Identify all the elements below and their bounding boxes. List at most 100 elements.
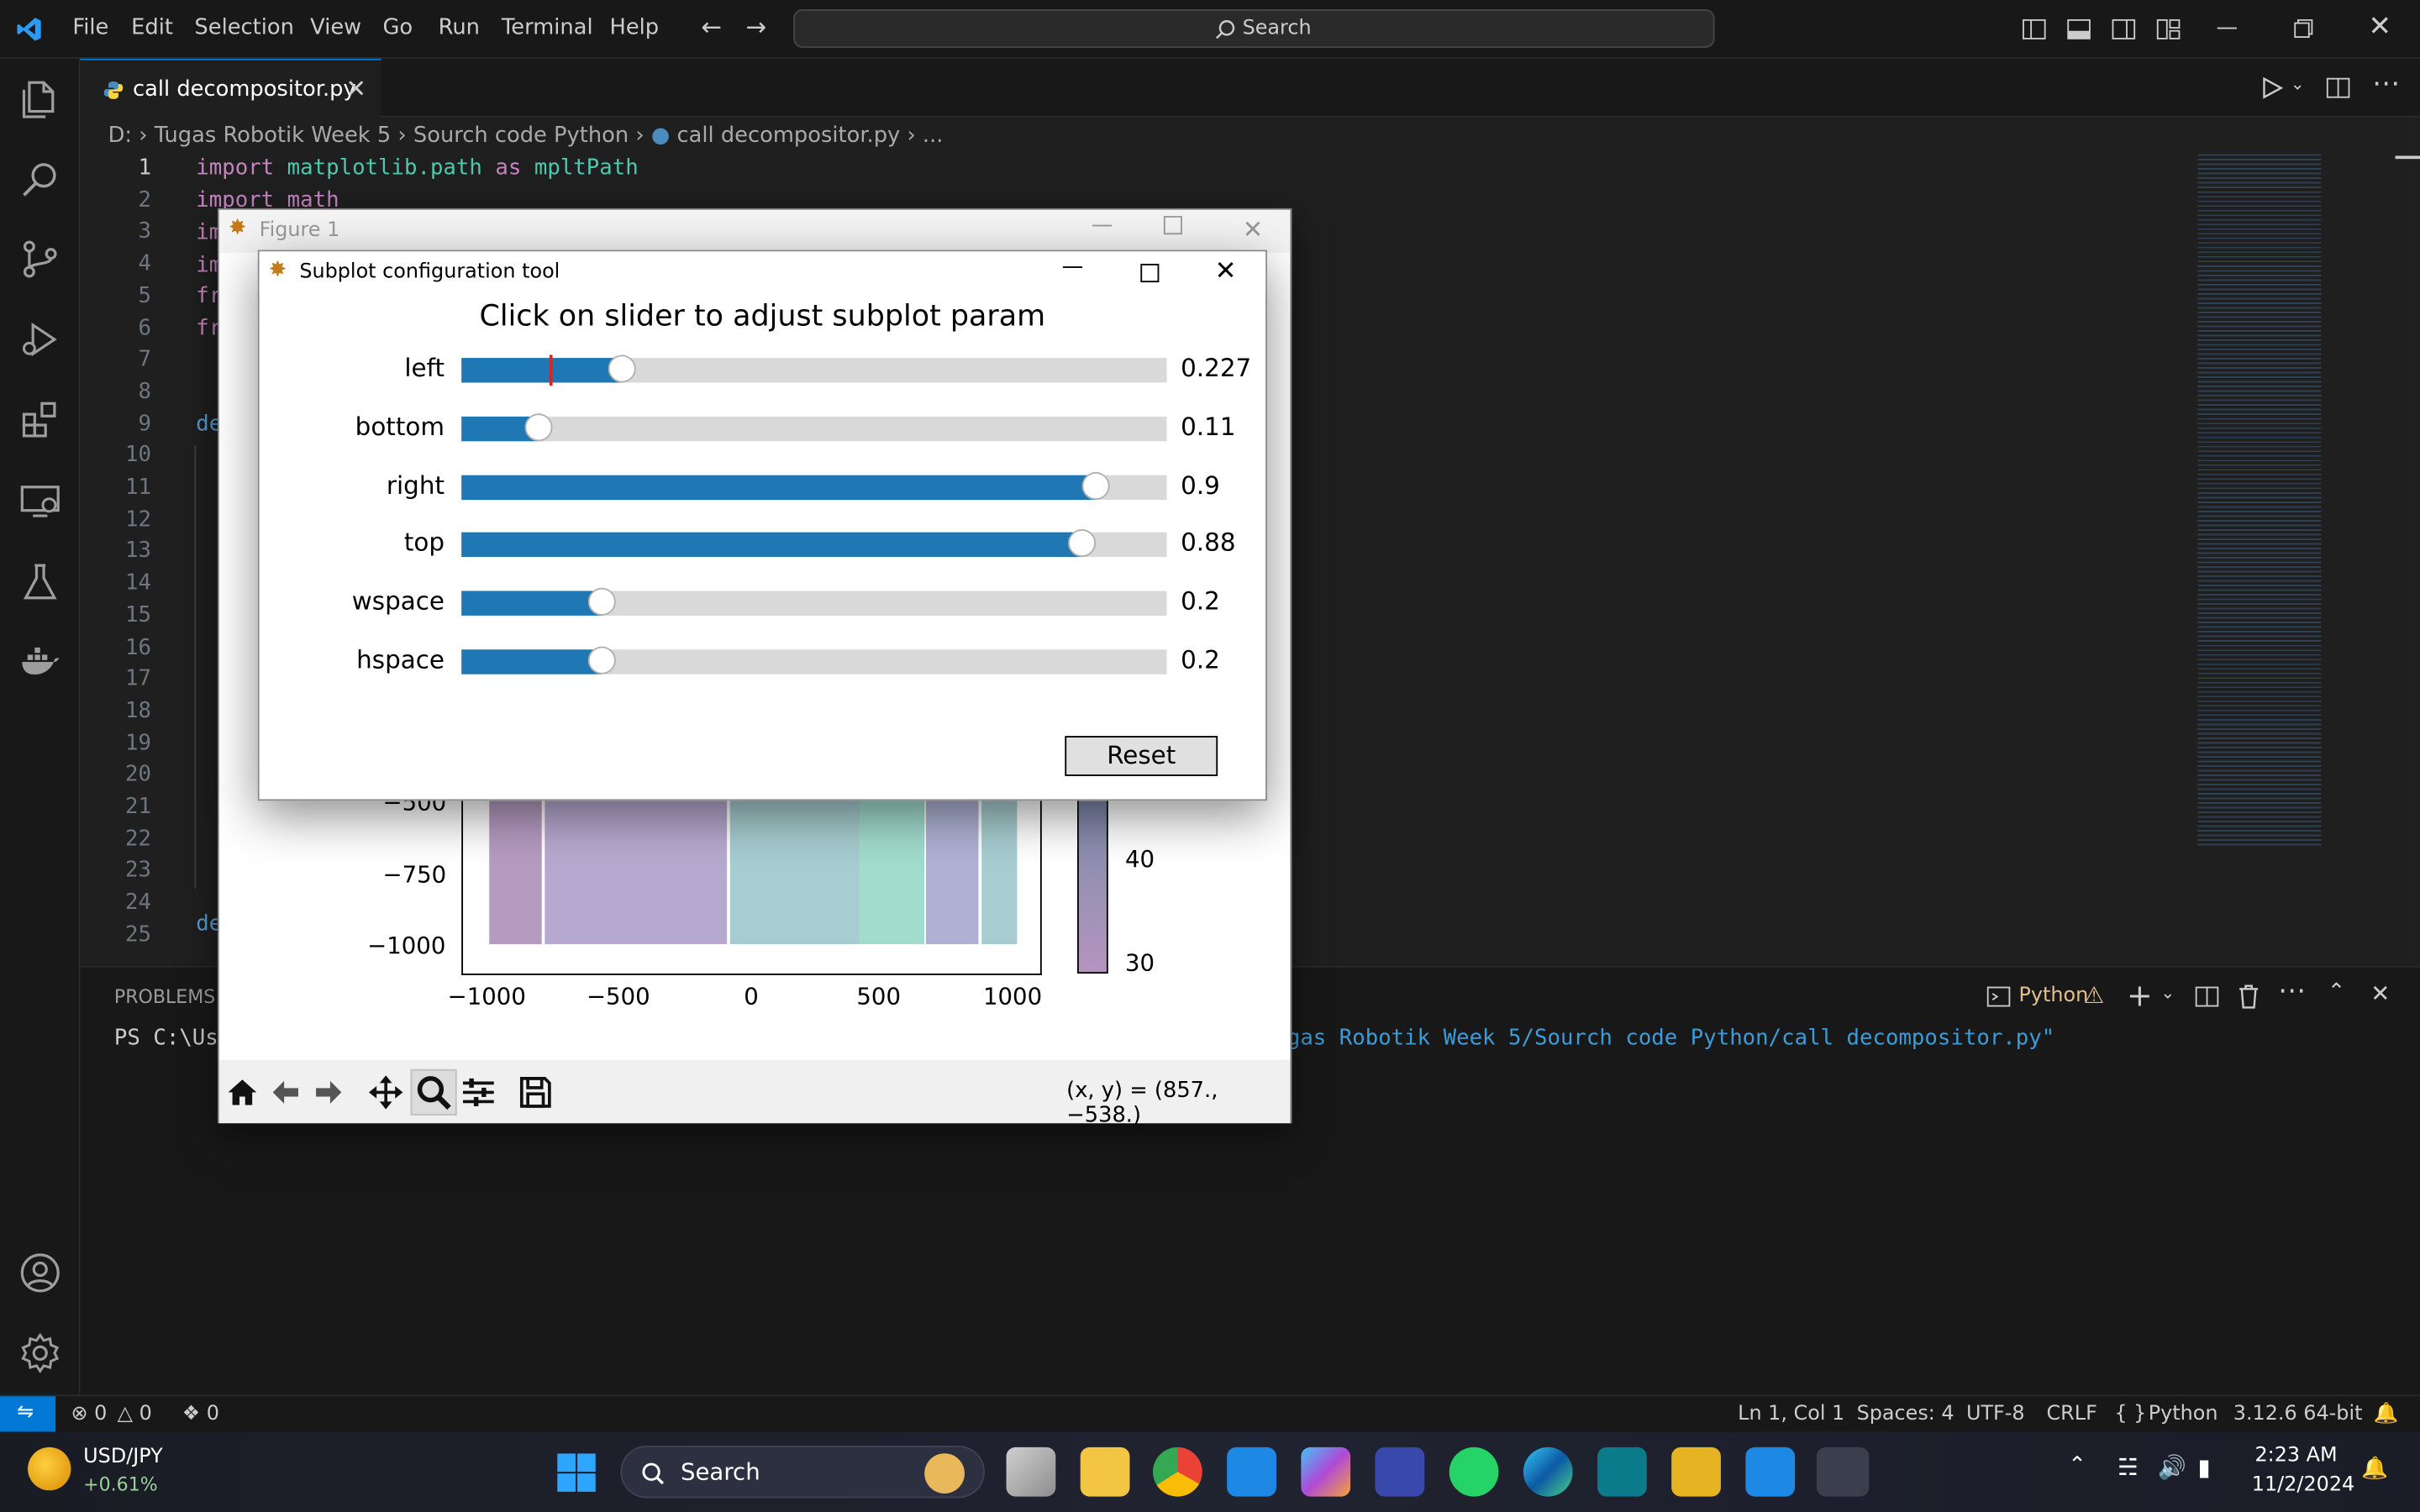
slider-handle[interactable]	[524, 412, 554, 441]
dialog-maximize-icon[interactable]	[1140, 264, 1160, 283]
forward-arrow-icon[interactable]	[312, 1075, 345, 1109]
run-debug-icon[interactable]	[18, 318, 61, 360]
cursor-position[interactable]: Ln 1, Col 1	[1738, 1403, 1844, 1426]
back-arrow-icon[interactable]	[269, 1075, 302, 1109]
zoom-magnifier-icon[interactable]	[415, 1074, 452, 1110]
back-arrow-icon[interactable]: ←	[699, 14, 723, 39]
whatsapp-icon[interactable]	[1449, 1446, 1499, 1497]
slider-handle[interactable]	[1068, 529, 1097, 558]
windows-start-icon[interactable]	[555, 1452, 597, 1494]
microsoft-store-icon[interactable]	[1227, 1446, 1276, 1497]
menu-help[interactable]: Help	[610, 15, 660, 39]
save-floppy-icon[interactable]	[517, 1074, 554, 1110]
minimize-icon[interactable]: —	[2215, 15, 2239, 39]
menu-terminal[interactable]: Terminal	[502, 15, 593, 39]
wifi-icon[interactable]: ☵	[2118, 1453, 2139, 1481]
slider-left[interactable]	[461, 354, 1167, 386]
configure-subplots-icon[interactable]	[460, 1074, 497, 1110]
tab-close-icon[interactable]: ✕	[345, 74, 366, 103]
customize-layout-icon[interactable]	[2156, 17, 2181, 41]
breadcrumb-symbol[interactable]: ...	[923, 123, 944, 148]
breadcrumb-file[interactable]: call decompositor.py	[676, 123, 900, 148]
scrollbar-indicator[interactable]	[2395, 155, 2420, 160]
clock-time[interactable]: 2:23 AM	[2254, 1444, 2337, 1467]
slider-top[interactable]	[461, 529, 1167, 558]
terminal-dropdown-chevron-icon[interactable]: ⌄	[2160, 983, 2175, 1003]
figure-maximize-icon[interactable]	[1163, 216, 1182, 235]
menu-view[interactable]: View	[310, 15, 361, 39]
slider-right[interactable]	[461, 471, 1167, 500]
widget-ticker[interactable]: USD/JPY	[83, 1446, 163, 1469]
matplotlib-taskbar-icon[interactable]	[1816, 1446, 1870, 1497]
language-mode[interactable]: Python	[2149, 1403, 2218, 1426]
errors-indicator[interactable]: ⊗ 0	[71, 1403, 107, 1426]
toggle-panel-icon[interactable]	[2066, 17, 2091, 41]
tab-call-decompositor[interactable]: call decompositor.py ✕	[80, 58, 381, 118]
breadcrumb-drive[interactable]: D:	[108, 123, 132, 148]
app-x64-icon[interactable]	[1671, 1446, 1721, 1497]
split-terminal-icon[interactable]	[2195, 984, 2219, 1009]
notifications-bell-icon[interactable]: 🔔	[2374, 1403, 2399, 1426]
edge-icon[interactable]	[1523, 1446, 1573, 1497]
home-icon[interactable]	[225, 1075, 259, 1109]
slider-handle[interactable]	[588, 588, 617, 617]
dialog-close-icon[interactable]: ✕	[1215, 256, 1237, 287]
forward-arrow-icon[interactable]: →	[744, 14, 768, 39]
close-icon[interactable]: ✕	[2368, 13, 2392, 41]
slider-bottom[interactable]	[461, 412, 1167, 441]
slider-handle[interactable]	[588, 646, 617, 675]
extensions-icon[interactable]	[18, 398, 61, 441]
testing-icon[interactable]	[18, 560, 61, 603]
volume-icon[interactable]: 🔊	[2158, 1453, 2186, 1481]
slider-handle[interactable]	[1082, 471, 1111, 500]
reset-button[interactable]: Reset	[1065, 736, 1218, 776]
panel-more-actions-icon[interactable]: ⋯	[2278, 975, 2306, 1008]
toggle-secondary-sidebar-icon[interactable]	[2112, 17, 2136, 41]
remote-indicator[interactable]: ⇋	[0, 1396, 56, 1434]
clock-date[interactable]: 11/2/2024	[2252, 1473, 2354, 1497]
menu-selection[interactable]: Selection	[194, 15, 294, 39]
tab-problems[interactable]: PROBLEMS	[114, 986, 215, 1008]
close-panel-icon[interactable]: ✕	[2370, 979, 2390, 1007]
copilot-icon[interactable]	[1301, 1446, 1351, 1497]
menu-edit[interactable]: Edit	[131, 15, 173, 39]
file-explorer-icon[interactable]	[1080, 1446, 1130, 1497]
warnings-indicator[interactable]: △ 0	[118, 1403, 152, 1426]
visual-studio-installer-icon[interactable]	[1597, 1446, 1647, 1497]
figure-close-icon[interactable]: ✕	[1243, 214, 1264, 244]
slider-hspace[interactable]	[461, 646, 1167, 675]
task-view-icon[interactable]	[1006, 1446, 1056, 1497]
docker-icon[interactable]	[18, 640, 61, 683]
accounts-icon[interactable]	[18, 1252, 61, 1294]
indentation[interactable]: Spaces: 4	[1857, 1403, 1954, 1426]
pan-move-icon[interactable]	[367, 1074, 404, 1110]
end-of-line[interactable]: CRLF	[2047, 1403, 2097, 1426]
new-terminal-plus-icon[interactable]: +	[2127, 977, 2153, 1014]
menu-run[interactable]: Run	[439, 15, 480, 39]
minimap[interactable]	[2197, 150, 2322, 846]
slider-handle[interactable]	[608, 354, 636, 383]
ports-indicator[interactable]: ❖ 0	[182, 1403, 219, 1426]
menu-file[interactable]: File	[72, 15, 108, 39]
kill-terminal-trash-icon[interactable]	[2238, 984, 2260, 1009]
dialog-minimize-icon[interactable]: —	[1062, 255, 1084, 279]
run-dropdown-chevron-icon[interactable]: ⌄	[2291, 74, 2305, 94]
more-actions-icon[interactable]: ⋯	[2372, 68, 2400, 101]
slider-wspace[interactable]	[461, 588, 1167, 617]
explorer-icon[interactable]	[18, 77, 61, 120]
source-control-icon[interactable]	[18, 238, 61, 281]
remote-explorer-icon[interactable]	[18, 480, 61, 522]
restore-icon[interactable]	[2293, 18, 2313, 39]
toggle-primary-sidebar-icon[interactable]	[2022, 17, 2046, 41]
maximize-panel-chevron-icon[interactable]: ⌃	[2328, 979, 2346, 1004]
encoding[interactable]: UTF-8	[1966, 1403, 2025, 1426]
terminal-shell-label[interactable]: Python	[2018, 984, 2088, 1008]
figure-minimize-icon[interactable]: —	[1092, 213, 1113, 237]
split-editor-icon[interactable]	[2326, 76, 2350, 100]
breadcrumb-folder-week5[interactable]: Tugas Robotik Week 5	[155, 123, 392, 148]
search-icon[interactable]	[18, 157, 61, 200]
python-interpreter[interactable]: 3.12.6 64-bit	[2233, 1403, 2363, 1426]
breadcrumb-folder-source[interactable]: Sourch code Python	[413, 123, 629, 148]
command-center-search[interactable]: Search	[793, 9, 1715, 48]
show-hidden-icons-chevron-icon[interactable]: ⌃	[2068, 1453, 2086, 1478]
